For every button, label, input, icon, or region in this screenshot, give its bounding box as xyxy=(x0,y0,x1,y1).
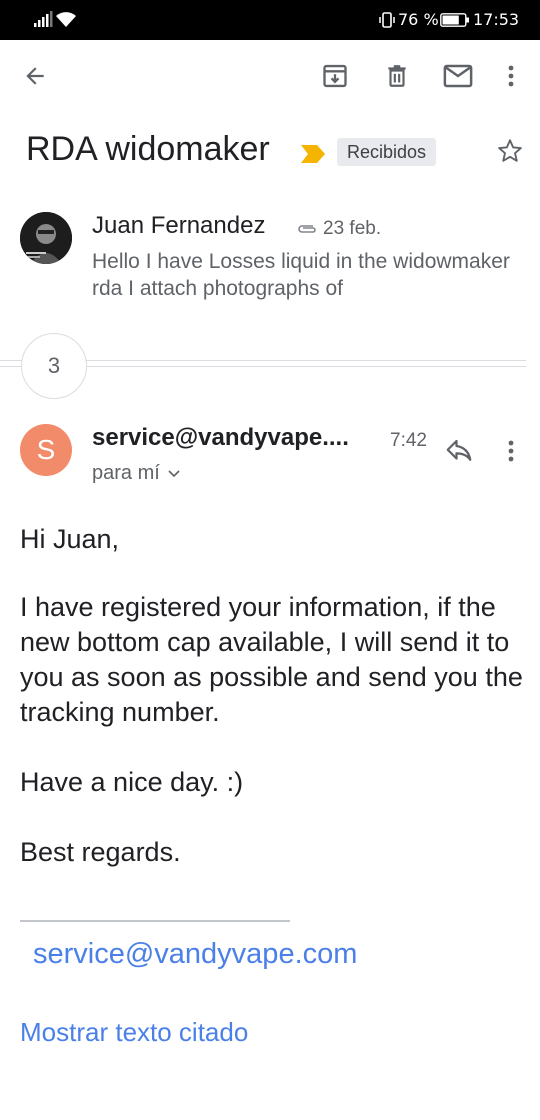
more-vert-icon[interactable] xyxy=(495,60,527,92)
message-date: 23 feb. xyxy=(323,218,382,239)
body-wish: Have a nice day. :) xyxy=(20,767,244,797)
inbox-label-chip[interactable]: Recibidos xyxy=(337,138,437,166)
action-toolbar xyxy=(0,40,540,112)
mail-icon[interactable] xyxy=(442,60,474,92)
show-quoted-text-link[interactable]: Mostrar texto citado xyxy=(20,1017,248,1048)
message-time: 7:42 xyxy=(390,430,427,451)
important-marker-icon[interactable] xyxy=(300,144,326,164)
message-sender[interactable]: Juan Fernandez xyxy=(92,212,265,240)
reply-icon[interactable] xyxy=(444,436,474,466)
clock: 17:53 xyxy=(473,10,520,29)
body-greeting: Hi Juan, xyxy=(20,524,120,554)
recipient-details[interactable]: para mí xyxy=(92,462,180,485)
star-icon[interactable] xyxy=(496,137,524,165)
thread-subject: RDA widomaker xyxy=(26,130,270,168)
collapsed-messages-count[interactable]: 3 xyxy=(21,333,87,399)
attachment-icon xyxy=(298,225,316,233)
signature-divider xyxy=(20,920,290,922)
wifi-icon xyxy=(56,12,76,27)
more-vert-icon[interactable] xyxy=(500,436,522,466)
signal-icon xyxy=(34,11,53,27)
recipient-label: para mí xyxy=(92,462,160,484)
vibrate-icon xyxy=(379,12,395,28)
body-paragraph: I have registered your information, if t… xyxy=(20,592,523,727)
battery-icon xyxy=(440,13,469,27)
message-snippet[interactable]: Hello I have Losses liquid in the widowm… xyxy=(92,248,522,302)
back-arrow-icon[interactable] xyxy=(19,60,51,92)
sender-avatar[interactable]: S xyxy=(20,424,72,476)
status-bar: 76 % 17:53 xyxy=(0,0,540,40)
battery-percent: 76 % xyxy=(398,10,439,29)
message-sender[interactable]: service@vandyvape.... xyxy=(92,424,349,452)
chevron-down-icon xyxy=(168,469,180,477)
archive-icon[interactable] xyxy=(319,60,351,92)
avatar[interactable] xyxy=(20,212,72,264)
signature-email-link[interactable]: service@vandyvape.com xyxy=(33,938,357,971)
body-closing: Best regards. xyxy=(20,837,181,867)
delete-icon[interactable] xyxy=(381,60,413,92)
